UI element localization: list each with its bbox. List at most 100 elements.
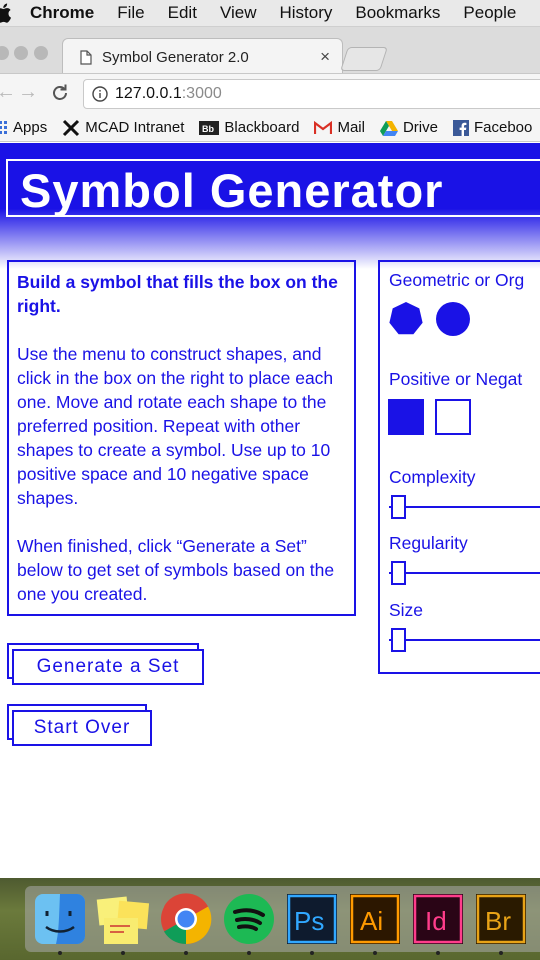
illustrator-icon[interactable]: Ai xyxy=(348,892,402,946)
svg-text:Bb: Bb xyxy=(202,124,214,134)
apps-grid-icon xyxy=(0,120,8,135)
size-label: Size xyxy=(389,600,424,620)
url-host: 127.0.0.1 xyxy=(115,85,182,102)
spotify-icon[interactable] xyxy=(222,892,276,946)
bookmark-apps[interactable]: Apps xyxy=(0,119,47,136)
menu-app-name[interactable]: Chrome xyxy=(30,3,94,23)
shape-type-label: Geometric or Org xyxy=(389,270,525,290)
running-indicator xyxy=(58,951,62,955)
window-minimize-button[interactable] xyxy=(14,46,28,60)
space-type-label: Positive or Negat xyxy=(389,369,523,389)
header-band: Symbol Generator xyxy=(0,143,540,269)
slider-thumb[interactable] xyxy=(391,628,406,652)
svg-text:Id: Id xyxy=(425,906,447,936)
forward-arrow-icon[interactable]: → xyxy=(18,81,38,104)
tab-title: Symbol Generator 2.0 xyxy=(102,48,249,66)
new-tab-button[interactable] xyxy=(340,47,388,71)
button-face: Generate a Set xyxy=(12,649,204,685)
running-indicator xyxy=(499,951,503,955)
running-indicator xyxy=(310,951,314,955)
tab-symbol-generator[interactable]: Symbol Generator 2.0 × xyxy=(62,38,343,73)
svg-text:Ps: Ps xyxy=(294,906,324,936)
bookmark-blackboard[interactable]: Bb Blackboard xyxy=(199,119,299,136)
bookmark-drive[interactable]: Drive xyxy=(379,119,438,136)
negative-space-button[interactable] xyxy=(435,399,471,435)
instructions-panel: Build a symbol that fills the box on the… xyxy=(7,260,356,616)
complexity-label: Complexity xyxy=(389,467,476,487)
running-indicator xyxy=(121,951,125,955)
menu-bar: Chrome File Edit View History Bookmarks … xyxy=(0,0,540,27)
instructions-body: Use the menu to construct shapes, and cl… xyxy=(17,344,334,508)
organic-shape-button[interactable] xyxy=(435,301,471,342)
running-indicator xyxy=(373,951,377,955)
generate-set-button[interactable]: Generate a Set xyxy=(7,643,207,687)
facebook-icon xyxy=(452,119,469,136)
positive-space-button[interactable] xyxy=(388,399,424,435)
start-over-button[interactable]: Start Over xyxy=(7,704,157,748)
bookmark-label: MCAD Intranet xyxy=(85,119,185,136)
gmail-icon xyxy=(314,120,333,135)
stickies-icon[interactable] xyxy=(96,892,150,946)
dock: Ps Ai Id Br xyxy=(0,878,540,960)
window-zoom-button[interactable] xyxy=(34,46,48,60)
url-port: :3000 xyxy=(181,85,222,102)
slider-track xyxy=(389,506,540,508)
bookmark-facebook[interactable]: Faceboo xyxy=(452,119,533,136)
svg-text:Ai: Ai xyxy=(360,906,383,936)
menu-edit[interactable]: Edit xyxy=(168,3,197,23)
chrome-icon[interactable] xyxy=(159,892,213,946)
menu-view[interactable]: View xyxy=(220,3,257,23)
regularity-label: Regularity xyxy=(389,533,468,553)
menu-file[interactable]: File xyxy=(117,3,144,23)
bookmark-label: Drive xyxy=(402,119,438,136)
browser-toolbar: ← → 127.0.0.1 :3000 xyxy=(0,74,540,114)
slider-thumb[interactable] xyxy=(391,495,406,519)
web-page: Symbol Generator Build a symbol that fil… xyxy=(0,143,540,878)
reload-icon[interactable] xyxy=(50,83,70,103)
tab-close-icon[interactable]: × xyxy=(320,47,330,67)
running-indicator xyxy=(184,951,188,955)
running-indicator xyxy=(247,951,251,955)
instructions-lead: Build a symbol that fills the box on the… xyxy=(17,272,338,316)
window-close-button[interactable] xyxy=(0,46,9,60)
running-indicator xyxy=(436,951,440,955)
tab-strip: Symbol Generator 2.0 × xyxy=(0,27,540,74)
size-slider[interactable] xyxy=(389,627,540,653)
bookmarks-bar: Apps MCAD Intranet Bb Blackboard Mail Dr… xyxy=(0,114,540,142)
geometric-shape-button[interactable] xyxy=(388,301,424,342)
bookmark-label: Blackboard xyxy=(224,119,300,136)
info-icon[interactable] xyxy=(92,86,108,102)
bookmark-label: Apps xyxy=(13,119,48,136)
apple-icon[interactable] xyxy=(0,3,12,23)
button-face: Start Over xyxy=(12,710,152,746)
slider-thumb[interactable] xyxy=(391,561,406,585)
controls-panel: Geometric or Org Positive or Negat Compl… xyxy=(378,260,540,674)
address-bar[interactable]: 127.0.0.1 :3000 xyxy=(83,79,540,109)
bookmark-label: Mail xyxy=(337,119,365,136)
slider-track xyxy=(389,572,540,574)
indesign-icon[interactable]: Id xyxy=(411,892,465,946)
menu-history[interactable]: History xyxy=(279,3,332,23)
start-over-label: Start Over xyxy=(33,717,131,738)
menu-bookmarks[interactable]: Bookmarks xyxy=(355,3,440,23)
bookmark-mail[interactable]: Mail xyxy=(314,119,365,136)
page-title: Symbol Generator xyxy=(20,164,444,217)
photoshop-icon[interactable]: Ps xyxy=(285,892,339,946)
svg-text:Br: Br xyxy=(485,906,511,936)
menu-people[interactable]: People xyxy=(463,3,516,23)
instructions-finish: When finished, click “Generate a Set” be… xyxy=(17,536,335,604)
complexity-slider[interactable] xyxy=(389,494,540,520)
drive-icon xyxy=(379,120,398,136)
generate-set-label: Generate a Set xyxy=(36,656,180,677)
bridge-icon[interactable]: Br xyxy=(474,892,528,946)
blackboard-icon: Bb xyxy=(199,120,220,135)
bookmark-label: Faceboo xyxy=(473,119,533,136)
regularity-slider[interactable] xyxy=(389,560,540,586)
title-box: Symbol Generator xyxy=(6,159,540,217)
finder-icon[interactable] xyxy=(33,892,87,946)
mcad-x-icon xyxy=(62,119,80,137)
document-icon xyxy=(80,49,92,65)
bookmark-mcad-intranet[interactable]: MCAD Intranet xyxy=(62,119,184,137)
slider-track xyxy=(389,639,540,641)
back-arrow-icon[interactable]: ← xyxy=(0,81,16,104)
